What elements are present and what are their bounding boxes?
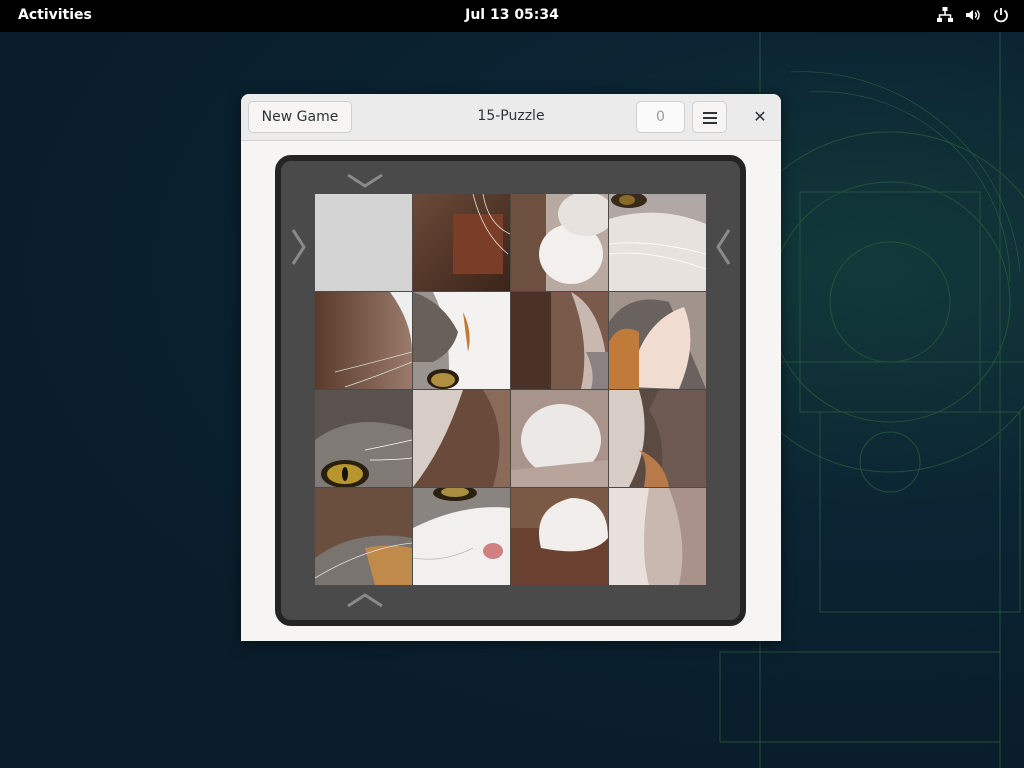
clock-container: Jul 13 05:34	[0, 7, 1024, 23]
puzzle-tile[interactable]	[609, 390, 706, 487]
puzzle-tile[interactable]	[609, 194, 706, 291]
puzzle-tile[interactable]	[413, 488, 510, 585]
puzzle-tile[interactable]	[609, 292, 706, 389]
puzzle-tile[interactable]	[609, 488, 706, 585]
move-counter: 0	[636, 101, 685, 133]
puzzle-tile[interactable]	[511, 488, 608, 585]
puzzle-tile[interactable]	[315, 390, 412, 487]
tile-grid	[315, 194, 706, 585]
puzzle-tile[interactable]	[315, 292, 412, 389]
slide-up-arrow[interactable]	[345, 592, 385, 610]
slide-down-arrow[interactable]	[345, 171, 385, 189]
top-bar: Activities Jul 13 05:34	[0, 0, 1024, 32]
puzzle-tile[interactable]	[413, 194, 510, 291]
system-tray[interactable]	[936, 6, 1010, 24]
close-button[interactable]: ✕	[749, 106, 771, 128]
network-icon[interactable]	[936, 6, 954, 24]
puzzle-board	[275, 155, 746, 626]
puzzle-tile[interactable]	[511, 292, 608, 389]
puzzle-tile[interactable]	[315, 488, 412, 585]
activities-button[interactable]: Activities	[18, 7, 92, 23]
volume-icon[interactable]	[964, 6, 982, 24]
menu-button[interactable]	[692, 101, 727, 133]
blank-tile	[315, 194, 412, 291]
new-game-button[interactable]: New Game	[248, 101, 352, 133]
window-title: 15-Puzzle	[477, 108, 545, 124]
puzzle-tile[interactable]	[511, 390, 608, 487]
slide-left-arrow[interactable]	[715, 227, 733, 267]
close-icon: ✕	[753, 107, 767, 126]
slide-right-arrow[interactable]	[289, 227, 307, 267]
power-icon[interactable]	[992, 6, 1010, 24]
puzzle-window: New Game 15-Puzzle 0 ✕	[241, 94, 781, 641]
puzzle-tile[interactable]	[511, 194, 608, 291]
puzzle-tile[interactable]	[413, 390, 510, 487]
header-bar: New Game 15-Puzzle 0 ✕	[241, 94, 781, 141]
puzzle-tile[interactable]	[413, 292, 510, 389]
clock[interactable]: Jul 13 05:34	[465, 7, 559, 23]
